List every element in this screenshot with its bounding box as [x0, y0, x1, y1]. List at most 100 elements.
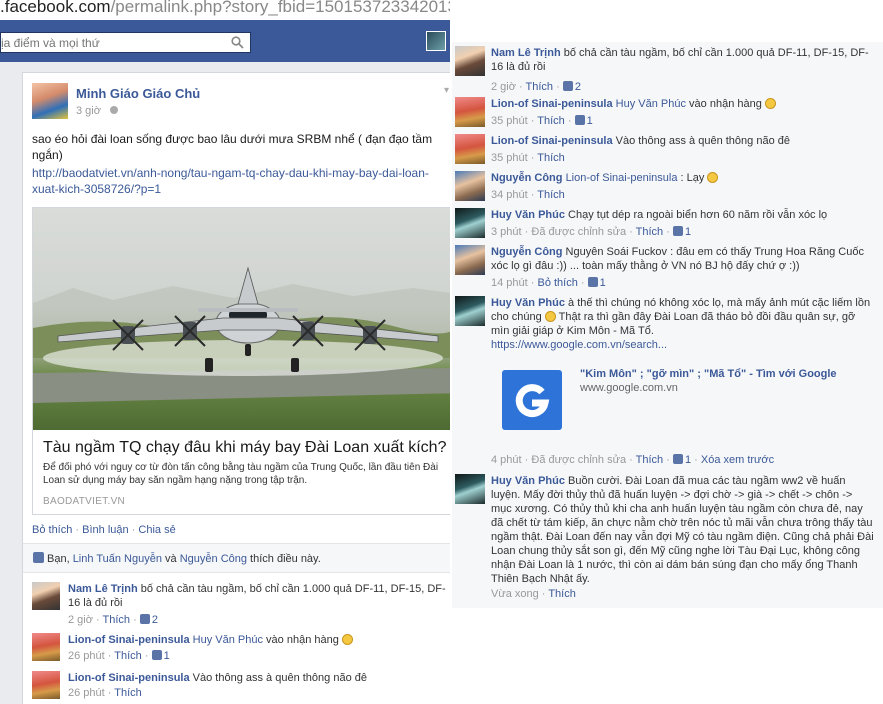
like-count-icon	[574, 115, 585, 125]
commenter-name[interactable]: Lion-of Sinai-peninsula	[491, 98, 613, 110]
liker-link-2[interactable]: Nguyễn Công	[180, 553, 247, 565]
comment-like-button[interactable]: Thích	[526, 81, 554, 93]
comment-time[interactable]: Vừa xong	[491, 588, 539, 600]
story-url[interactable]: http://baodatviet.vn/anh-nong/tau-ngam-t…	[32, 165, 450, 197]
unlike-button[interactable]: Bỏ thích	[32, 524, 72, 536]
comments-panel: Nam Lê Trịnh bố chả cần tàu ngầm, bố chỉ…	[452, 42, 883, 608]
privacy-friends-icon[interactable]	[110, 106, 119, 114]
comment-like-button[interactable]: Thích	[114, 650, 142, 662]
edited-label[interactable]: Đã được chỉnh sửa	[531, 454, 626, 466]
commenter-avatar[interactable]	[455, 134, 485, 164]
smile-emoji-icon	[544, 311, 556, 322]
story-author[interactable]: Minh Giáo Giáo Chủ	[76, 86, 200, 101]
commenter-avatar[interactable]	[455, 208, 485, 238]
comment-like-count[interactable]: 2	[152, 614, 158, 626]
comment-time[interactable]: 34 phút	[491, 189, 528, 201]
chevron-down-icon[interactable]: ▾	[444, 85, 449, 96]
share-button[interactable]: Chia sẻ	[138, 524, 175, 536]
search-input[interactable]	[1, 33, 226, 52]
comment-like-button[interactable]: Thích	[103, 614, 131, 626]
comment-unlike-button[interactable]: Bỏ thích	[537, 277, 577, 289]
link-preview[interactable]: Tàu ngầm TQ chạy đâu khi máy bay Đài Loa…	[32, 207, 450, 515]
liker-link-1[interactable]: Linh Tuấn Nguyễn	[73, 553, 162, 565]
user-avatar-icon[interactable]	[426, 31, 446, 51]
commenter-avatar[interactable]	[32, 671, 60, 699]
link-image[interactable]	[33, 208, 450, 430]
comment-text: vào nhận hàng	[263, 634, 342, 646]
google-link-preview[interactable]: "Kim Môn" ; "gỡ mìn" ; "Mã Tổ" - Tìm với…	[488, 360, 872, 440]
address-bar[interactable]: .facebook.com/permalink.php?story_fbid=1…	[0, 0, 450, 20]
comment-time[interactable]: 2 giờ	[68, 614, 93, 626]
google-logo-icon[interactable]	[502, 370, 562, 430]
comment-time[interactable]: 35 phút	[491, 115, 528, 127]
like-count-icon	[587, 277, 598, 287]
comment-time[interactable]: 35 phút	[491, 152, 528, 164]
commenter-avatar[interactable]	[455, 171, 485, 201]
comment-like-count[interactable]: 1	[685, 454, 691, 466]
search-icon[interactable]	[231, 36, 244, 49]
story-time: 3 giờ	[76, 105, 119, 117]
like-thumb-icon	[33, 552, 44, 563]
commenter-avatar[interactable]	[455, 474, 485, 504]
comment-like-button[interactable]: Thích	[636, 454, 664, 466]
comment-time[interactable]: 2 giờ	[491, 81, 516, 93]
commenter-name[interactable]: Lion-of Sinai-peninsula	[68, 634, 190, 646]
commenter-avatar[interactable]	[455, 296, 485, 326]
author-avatar[interactable]	[32, 83, 68, 119]
commenter-name[interactable]: Nam Lê Trịnh	[491, 47, 561, 59]
story-time-label[interactable]: 3 giờ	[76, 105, 101, 117]
link-description: Để đối phó với nguy cơ từ đòn tấn công b…	[43, 462, 439, 486]
commenter-avatar[interactable]	[455, 97, 485, 127]
commenter-avatar[interactable]	[32, 582, 60, 610]
comment-time[interactable]: 26 phút	[68, 687, 105, 699]
like-count-icon	[139, 614, 150, 624]
like-count-icon	[562, 81, 573, 91]
comment-like-button[interactable]: Thích	[537, 189, 565, 201]
remove-preview-button[interactable]: Xóa xem trước	[701, 454, 774, 466]
commenter-name[interactable]: Nguyễn Công	[491, 246, 563, 258]
commenter-avatar[interactable]	[455, 245, 485, 275]
search-box[interactable]	[0, 32, 251, 53]
comment-like-count[interactable]: 1	[600, 277, 606, 289]
comment-like-button[interactable]: Thích	[114, 687, 142, 699]
like-count-icon	[672, 454, 683, 464]
comment-mention[interactable]: Huy Văn Phúc	[193, 634, 263, 646]
comment-time[interactable]: 3 phút	[491, 226, 522, 238]
commenter-name[interactable]: Huy Văn Phúc	[491, 475, 565, 487]
comment-time[interactable]: 14 phút	[491, 277, 528, 289]
story-card: Minh Giáo Giáo Chủ 3 giờ ▾ sao éo hỏi đà…	[22, 72, 450, 704]
commenter-name[interactable]: Huy Văn Phúc	[491, 209, 565, 221]
google-link-title[interactable]: "Kim Môn" ; "gỡ mìn" ; "Mã Tổ" - Tìm với…	[580, 368, 837, 380]
commenter-name[interactable]: Huy Văn Phúc	[491, 297, 565, 309]
comment-like-button[interactable]: Thích	[537, 115, 565, 127]
comment-like-count[interactable]: 1	[164, 650, 170, 662]
commenter-name[interactable]: Lion-of Sinai-peninsula	[68, 672, 190, 684]
comment-time[interactable]: 26 phút	[68, 650, 105, 662]
comment-mention[interactable]: Lion-of Sinai-peninsula	[566, 172, 678, 184]
comment-time[interactable]: 4 phút	[491, 454, 522, 466]
like-summary: Bạn, Linh Tuấn Nguyễn và Nguyễn Công thí…	[23, 543, 450, 573]
smile-emoji-icon	[764, 98, 776, 109]
comment-text: Buồn cười. Đài Loan đã mua các tàu ngầm …	[491, 475, 874, 585]
comment-like-count[interactable]: 1	[587, 115, 593, 127]
comment-text: Vào thông ass à quên thông não đê	[612, 135, 790, 147]
smile-emoji-icon	[341, 634, 353, 645]
comment-like-count[interactable]: 1	[685, 226, 691, 238]
comment-like-button[interactable]: Thích	[537, 152, 565, 164]
comment-link[interactable]: https://www.google.com.vn/search...	[491, 339, 667, 351]
google-link-domain: www.google.com.vn	[580, 382, 678, 394]
edited-label[interactable]: Đã được chỉnh sửa	[531, 226, 626, 238]
commenter-avatar[interactable]	[455, 46, 485, 76]
comment-text: Chạy tụt dép ra ngoài biển hơn 60 năm rồ…	[564, 209, 828, 221]
left-screenshot: .facebook.com/permalink.php?story_fbid=1…	[0, 0, 450, 704]
commenter-name[interactable]: Nam Lê Trịnh	[68, 583, 138, 595]
comment-like-count[interactable]: 2	[575, 81, 581, 93]
commenter-name[interactable]: Nguyễn Công	[491, 172, 563, 184]
commenter-name[interactable]: Lion-of Sinai-peninsula	[491, 135, 613, 147]
comment-like-button[interactable]: Thích	[548, 588, 576, 600]
comment-button[interactable]: Bình luận	[82, 524, 128, 536]
comment-mention[interactable]: Huy Văn Phúc	[616, 98, 686, 110]
link-title[interactable]: Tàu ngầm TQ chạy đâu khi máy bay Đài Loa…	[43, 438, 450, 458]
commenter-avatar[interactable]	[32, 633, 60, 661]
comment-like-button[interactable]: Thích	[636, 226, 664, 238]
